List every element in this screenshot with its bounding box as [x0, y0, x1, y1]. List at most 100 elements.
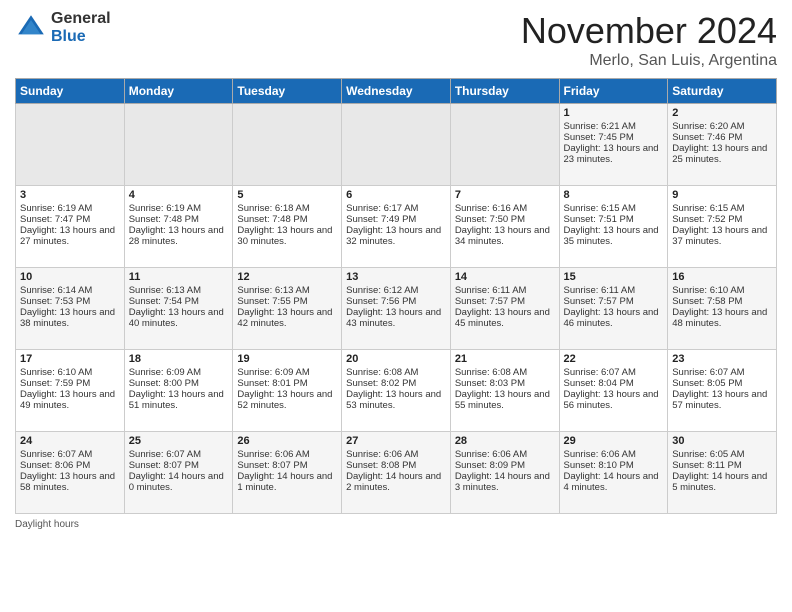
calendar-cell: 8Sunrise: 6:15 AMSunset: 7:51 PMDaylight… — [559, 186, 668, 268]
legend-text: Daylight hours — [15, 519, 79, 530]
sunset-text: Sunset: 7:48 PM — [129, 214, 229, 225]
day-number: 3 — [20, 189, 120, 201]
sunset-text: Sunset: 8:00 PM — [129, 378, 229, 389]
calendar-cell: 10Sunrise: 6:14 AMSunset: 7:53 PMDayligh… — [16, 268, 125, 350]
sunrise-text: Sunrise: 6:15 AM — [564, 203, 664, 214]
day-number: 26 — [237, 435, 337, 447]
sunset-text: Sunset: 8:11 PM — [672, 460, 772, 471]
header: General Blue November 2024 Merlo, San Lu… — [15, 10, 777, 70]
sunrise-text: Sunrise: 6:05 AM — [672, 449, 772, 460]
day-number: 13 — [346, 271, 446, 283]
legend: Daylight hours — [15, 519, 777, 530]
calendar-cell: 30Sunrise: 6:05 AMSunset: 8:11 PMDayligh… — [668, 432, 777, 514]
sunrise-text: Sunrise: 6:13 AM — [129, 285, 229, 296]
week-row-1: 1Sunrise: 6:21 AMSunset: 7:45 PMDaylight… — [16, 104, 777, 186]
day-number: 5 — [237, 189, 337, 201]
header-cell-friday: Friday — [559, 79, 668, 104]
week-row-2: 3 Sunrise: 6:19 AM Sunset: 7:47 PM Daylight… — [16, 186, 777, 268]
calendar-cell: 16Sunrise: 6:10 AMSunset: 7:58 PMDayligh… — [668, 268, 777, 350]
calendar-cell: 19Sunrise: 6:09 AMSunset: 8:01 PMDayligh… — [233, 350, 342, 432]
sunset-text: Sunset: 8:02 PM — [346, 378, 446, 389]
sunset-text: Sunset: 7:46 PM — [672, 132, 772, 143]
sunset-text: Sunset: 8:04 PM — [564, 378, 664, 389]
calendar-cell: 25Sunrise: 6:07 AMSunset: 8:07 PMDayligh… — [124, 432, 233, 514]
sunset-text: Sunset: 7:47 PM — [20, 214, 120, 225]
sunset-text: Sunset: 8:01 PM — [237, 378, 337, 389]
sunset-text: Sunset: 8:08 PM — [346, 460, 446, 471]
day-number: 7 — [455, 189, 555, 201]
sunset-text: Sunset: 7:56 PM — [346, 296, 446, 307]
sunset-text: Sunset: 8:06 PM — [20, 460, 120, 471]
daylight-text: Daylight: 13 hours and 49 minutes. — [20, 389, 120, 411]
sunset-text: Sunset: 7:54 PM — [129, 296, 229, 307]
daylight-text: Daylight: 14 hours and 0 minutes. — [129, 471, 229, 493]
day-number: 2 — [672, 107, 772, 119]
daylight-text: Daylight: 13 hours and 43 minutes. — [346, 307, 446, 329]
daylight-text: Daylight: 13 hours and 32 minutes. — [346, 225, 446, 247]
daylight-text: Daylight: 13 hours and 51 minutes. — [129, 389, 229, 411]
sunset-text: Sunset: 7:57 PM — [564, 296, 664, 307]
header-cell-monday: Monday — [124, 79, 233, 104]
day-number: 8 — [564, 189, 664, 201]
daylight-text: Daylight: 13 hours and 37 minutes. — [672, 225, 772, 247]
calendar-cell: 23Sunrise: 6:07 AMSunset: 8:05 PMDayligh… — [668, 350, 777, 432]
calendar-cell: 21Sunrise: 6:08 AMSunset: 8:03 PMDayligh… — [450, 350, 559, 432]
daylight-text: Daylight: 14 hours and 1 minute. — [237, 471, 337, 493]
day-number: 17 — [20, 353, 120, 365]
sunset-text: Sunset: 7:48 PM — [237, 214, 337, 225]
calendar-header: SundayMondayTuesdayWednesdayThursdayFrid… — [16, 79, 777, 104]
sunset-text: Sunset: 8:07 PM — [237, 460, 337, 471]
day-number: 28 — [455, 435, 555, 447]
day-number: 19 — [237, 353, 337, 365]
daylight-text: Daylight: 13 hours and 55 minutes. — [455, 389, 555, 411]
sunset-text: Sunset: 7:59 PM — [20, 378, 120, 389]
week-row-5: 24Sunrise: 6:07 AMSunset: 8:06 PMDayligh… — [16, 432, 777, 514]
daylight-text: Daylight: 13 hours and 42 minutes. — [237, 307, 337, 329]
calendar-cell: 6Sunrise: 6:17 AMSunset: 7:49 PMDaylight… — [342, 186, 451, 268]
sunrise-text: Sunrise: 6:07 AM — [129, 449, 229, 460]
location: Merlo, San Luis, Argentina — [521, 52, 777, 70]
daylight-text: Daylight: 13 hours and 52 minutes. — [237, 389, 337, 411]
daylight-text: Daylight: 14 hours and 4 minutes. — [564, 471, 664, 493]
calendar-cell — [16, 104, 125, 186]
sunrise-text: Sunrise: 6:21 AM — [564, 121, 664, 132]
day-number: 4 — [129, 189, 229, 201]
daylight-text: Daylight: 13 hours and 23 minutes. — [564, 143, 664, 165]
day-number: 12 — [237, 271, 337, 283]
sunrise-text: Sunrise: 6:08 AM — [455, 367, 555, 378]
daylight-text: Daylight: 13 hours and 57 minutes. — [672, 389, 772, 411]
daylight-text: Daylight: 13 hours and 46 minutes. — [564, 307, 664, 329]
calendar-cell: 17 Sunrise: 6:10 AMSunset: 7:59 PMDayligh… — [16, 350, 125, 432]
logo-text: General Blue — [51, 10, 111, 45]
sunset-text: Sunset: 7:53 PM — [20, 296, 120, 307]
logo-general: General — [51, 10, 111, 28]
calendar-cell: 14Sunrise: 6:11 AMSunset: 7:57 PMDayligh… — [450, 268, 559, 350]
calendar-cell: 12Sunrise: 6:13 AMSunset: 7:55 PMDayligh… — [233, 268, 342, 350]
logo-blue: Blue — [51, 28, 111, 46]
calendar-cell: 20Sunrise: 6:08 AMSunset: 8:02 PMDayligh… — [342, 350, 451, 432]
sunrise-text: Sunrise: 6:07 AM — [20, 449, 120, 460]
calendar-cell: 24Sunrise: 6:07 AMSunset: 8:06 PMDayligh… — [16, 432, 125, 514]
day-number: 9 — [672, 189, 772, 201]
sunrise-text: Sunrise: 6:19 AM — [129, 203, 229, 214]
daylight-text: Daylight: 13 hours and 53 minutes. — [346, 389, 446, 411]
daylight-text: Daylight: 13 hours and 28 minutes. — [129, 225, 229, 247]
sunrise-text: Sunrise: 6:14 AM — [20, 285, 120, 296]
calendar-cell: 2Sunrise: 6:20 AMSunset: 7:46 PMDaylight… — [668, 104, 777, 186]
sunrise-text: Sunrise: 6:11 AM — [564, 285, 664, 296]
daylight-text: Daylight: 13 hours and 45 minutes. — [455, 307, 555, 329]
week-row-4: 17Sunrise: 6:10 AMSunset: 7:59 PMDayligh… — [16, 350, 777, 432]
sunrise-text: Sunrise: 6:06 AM — [564, 449, 664, 460]
header-cell-tuesday: Tuesday — [233, 79, 342, 104]
sunrise-text: Sunrise: 6:10 AM — [20, 367, 120, 378]
calendar-cell — [233, 104, 342, 186]
sunset-text: Sunset: 8:07 PM — [129, 460, 229, 471]
sunset-text: Sunset: 7:50 PM — [455, 214, 555, 225]
logo-icon — [15, 12, 47, 44]
day-number: 14 — [455, 271, 555, 283]
calendar-cell: 9Sunrise: 6:15 AMSunset: 7:52 PMDaylight… — [668, 186, 777, 268]
calendar-cell: 7Sunrise: 6:16 AMSunset: 7:50 PMDaylight… — [450, 186, 559, 268]
logo: General Blue — [15, 10, 111, 45]
page: General Blue November 2024 Merlo, San Lu… — [0, 0, 792, 612]
sunrise-text: Sunrise: 6:06 AM — [455, 449, 555, 460]
